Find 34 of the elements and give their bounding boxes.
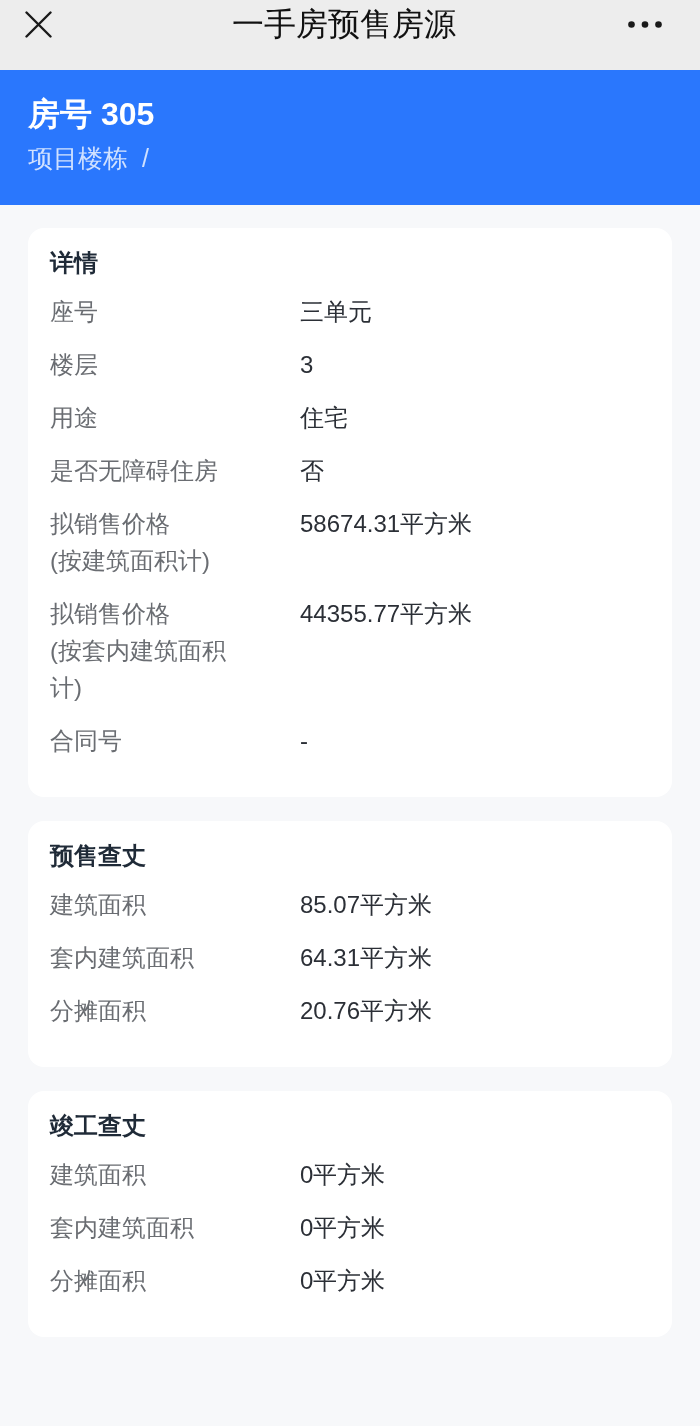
field-value: 58674.31平方米 [300,509,473,539]
section-title: 预售查丈 [50,841,146,871]
field-label: 合同号 [50,726,122,756]
field-value: 64.31平方米 [300,943,433,973]
field-value: 44355.77平方米 [300,599,473,629]
field-value: 85.07平方米 [300,890,433,920]
field-label: 拟销售价格 (按套内建筑面积计) [50,599,227,703]
room-number-title: 房号 305 [28,95,155,134]
field-label: 建筑面积 [50,890,146,920]
breadcrumb: 项目楼栋 / [28,143,149,174]
field-value: 三单元 [300,297,372,327]
nav-title: 一手房预售房源 [232,5,456,44]
section-title: 详情 [50,248,98,278]
field-value: 否 [300,456,324,486]
close-icon[interactable] [25,10,52,38]
field-value: 3 [300,350,314,380]
field-value: 0平方米 [300,1266,386,1296]
field-label: 座号 [50,297,98,327]
field-value: 0平方米 [300,1160,386,1190]
field-label: 拟销售价格 (按建筑面积计) [50,509,210,576]
section-title: 竣工查丈 [50,1111,146,1141]
field-value: - [300,726,308,756]
more-icon[interactable] [628,20,662,28]
field-value: 住宅 [300,403,348,433]
field-label: 分摊面积 [50,1266,146,1296]
field-label: 建筑面积 [50,1160,146,1190]
field-label: 楼层 [50,350,98,380]
field-label: 套内建筑面积 [50,1213,194,1243]
field-label: 用途 [50,403,98,433]
field-label: 套内建筑面积 [50,943,194,973]
field-label: 分摊面积 [50,996,146,1026]
field-value: 20.76平方米 [300,996,433,1026]
field-label: 是否无障碍住房 [50,456,218,486]
field-value: 0平方米 [300,1213,386,1243]
